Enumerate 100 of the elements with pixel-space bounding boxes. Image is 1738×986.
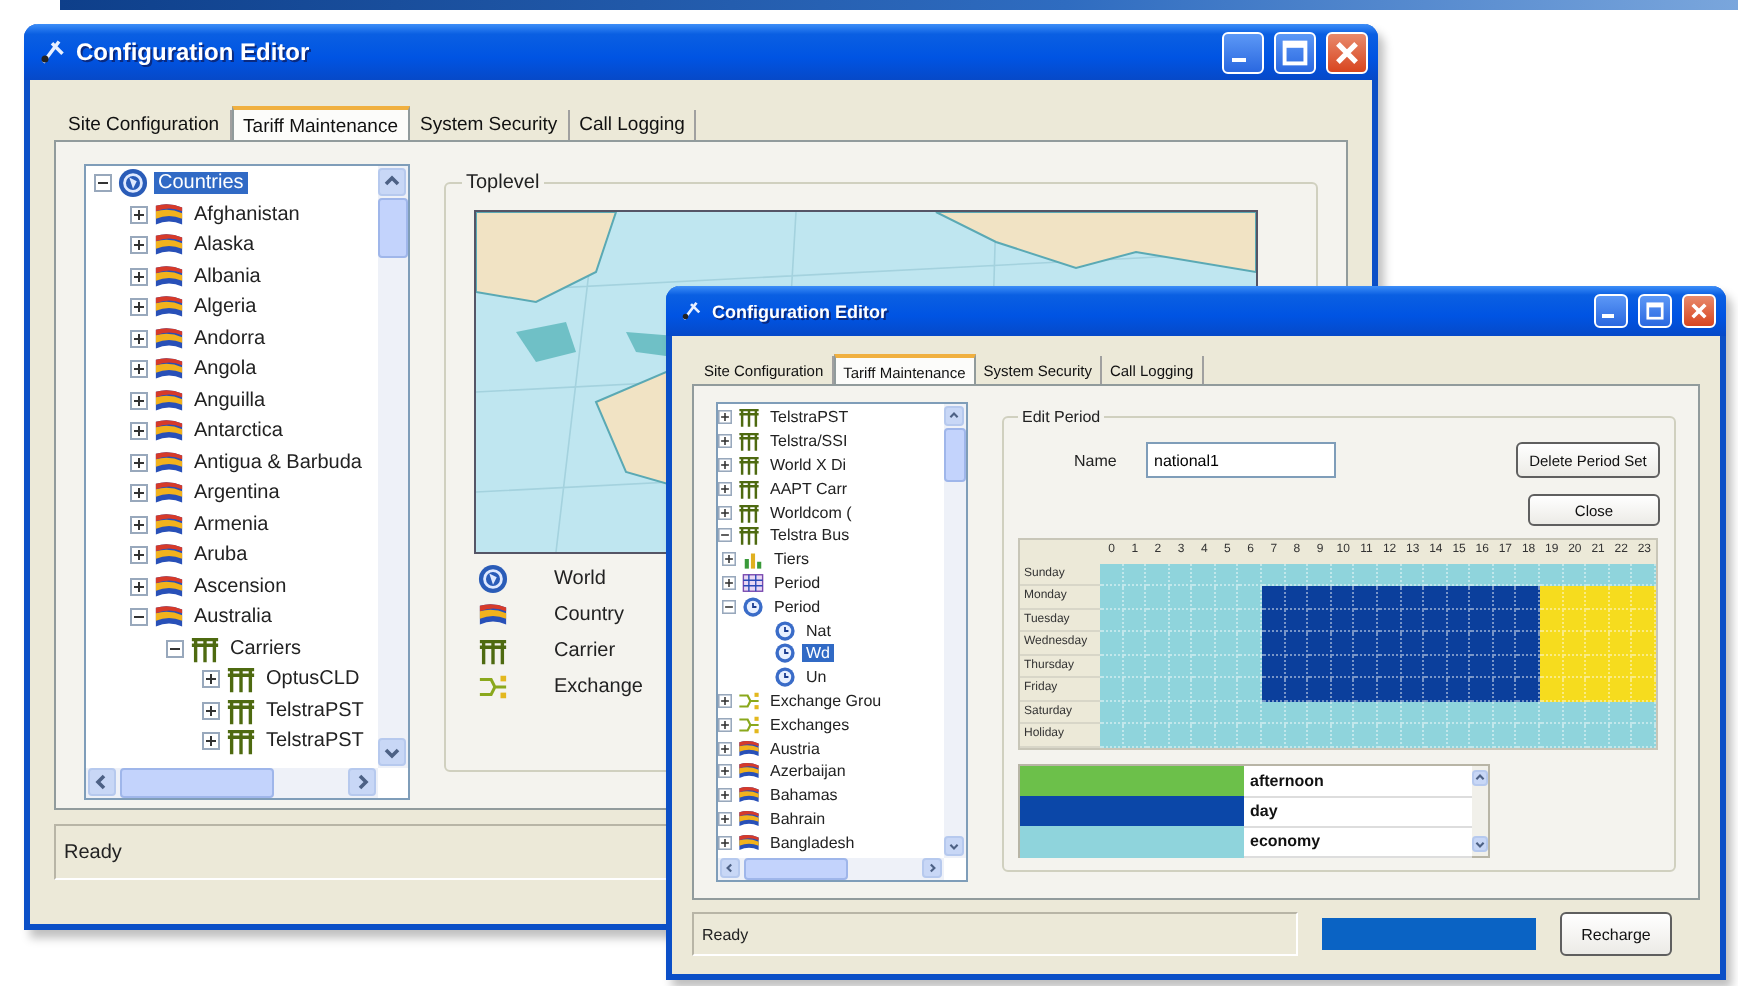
grid-cell[interactable] <box>1424 655 1448 678</box>
grid-cell[interactable] <box>1123 724 1147 747</box>
tree-item[interactable]: Argentina <box>190 482 284 505</box>
grid-cell[interactable] <box>1540 609 1564 632</box>
tree-item[interactable]: Algeria <box>190 296 261 319</box>
grid-cell[interactable] <box>1586 655 1610 678</box>
tree-item[interactable]: Bahrain <box>766 809 830 828</box>
tree-item[interactable]: Albania <box>190 265 265 288</box>
scroll-thumb[interactable] <box>120 768 274 798</box>
grid-cell[interactable] <box>1308 563 1332 586</box>
expand-icon[interactable] <box>130 546 148 565</box>
expand-icon[interactable] <box>130 236 148 255</box>
grid-cell[interactable] <box>1238 655 1263 678</box>
grid-cell[interactable] <box>1424 678 1448 701</box>
grid-cell[interactable] <box>1447 563 1471 586</box>
grid-cell[interactable] <box>1377 678 1402 701</box>
grid-cell[interactable] <box>1146 632 1170 655</box>
grid-cell[interactable] <box>1146 701 1170 724</box>
scroll-down-button[interactable] <box>1472 835 1488 851</box>
grid-cell[interactable] <box>1285 632 1309 655</box>
scroll-thumb[interactable] <box>944 428 966 482</box>
grid-cell[interactable] <box>1516 586 1541 609</box>
tree-view[interactable]: Countries Afghanistan Alaska Albania Algeria Andorra Angola Anguilla Antarctica Antigua & Barbuda Argentina Armenia Aruba Ascension Australia Carriers OptusCLD TelstraPST TelstraPST <box>84 164 410 800</box>
grid-cell[interactable] <box>1516 655 1541 678</box>
grid-cell[interactable] <box>1401 586 1425 609</box>
grid-cell[interactable] <box>1285 678 1309 701</box>
expand-icon[interactable] <box>130 484 148 503</box>
grid-cell[interactable] <box>1632 632 1656 655</box>
grid-cell[interactable] <box>1493 678 1517 701</box>
grid-cell[interactable] <box>1470 632 1494 655</box>
collapse-icon[interactable] <box>722 599 736 614</box>
grid-cell[interactable] <box>1424 701 1448 724</box>
grid-cell[interactable] <box>1354 724 1378 747</box>
expand-icon[interactable] <box>130 360 148 379</box>
grid-cell[interactable] <box>1586 632 1610 655</box>
tree-item[interactable]: Bangladesh <box>766 833 859 852</box>
grid-cell[interactable] <box>1493 563 1517 586</box>
grid-cell[interactable] <box>1540 701 1564 724</box>
tree-item[interactable]: Un <box>802 668 831 687</box>
grid-cell[interactable] <box>1192 655 1216 678</box>
grid-cell[interactable] <box>1100 678 1124 701</box>
tree-item[interactable]: Anguilla <box>190 389 270 412</box>
tree-item[interactable]: TelstraPST <box>262 730 368 753</box>
grid-cell[interactable] <box>1308 655 1332 678</box>
tree-item[interactable]: Austria <box>766 739 824 758</box>
grid-cell[interactable] <box>1470 724 1494 747</box>
expand-icon[interactable] <box>202 732 220 751</box>
vertical-scrollbar[interactable] <box>378 166 408 768</box>
expand-icon[interactable] <box>130 515 148 534</box>
scroll-up-button[interactable] <box>944 406 964 426</box>
tree-item[interactable]: Afghanistan <box>190 203 304 226</box>
grid-cell[interactable] <box>1100 563 1124 586</box>
expand-icon[interactable] <box>722 575 736 590</box>
tree-item[interactable]: Armenia <box>190 513 273 536</box>
expand-icon[interactable] <box>718 410 732 425</box>
grid-cell[interactable] <box>1192 609 1216 632</box>
grid-cell[interactable] <box>1470 655 1494 678</box>
grid-cell[interactable] <box>1563 724 1587 747</box>
name-field[interactable]: national1 <box>1146 442 1336 478</box>
grid-cell[interactable] <box>1401 563 1425 586</box>
grid-cell[interactable] <box>1169 563 1193 586</box>
grid-cell[interactable] <box>1100 701 1124 724</box>
expand-icon[interactable] <box>722 552 736 567</box>
grid-cell[interactable] <box>1586 701 1610 724</box>
grid-cell[interactable] <box>1100 609 1124 632</box>
grid-cell[interactable] <box>1285 724 1309 747</box>
grid-cell[interactable] <box>1377 632 1402 655</box>
grid-cell[interactable] <box>1146 724 1170 747</box>
grid-cell[interactable] <box>1540 632 1564 655</box>
scroll-down-button[interactable] <box>944 836 964 856</box>
grid-cell[interactable] <box>1609 632 1633 655</box>
grid-cell[interactable] <box>1331 632 1355 655</box>
tree-item[interactable]: TelstraPST <box>262 699 368 722</box>
grid-cell[interactable] <box>1377 563 1402 586</box>
grid-cell[interactable] <box>1215 724 1239 747</box>
grid-cell[interactable] <box>1377 724 1402 747</box>
grid-cell[interactable] <box>1563 563 1587 586</box>
expand-icon[interactable] <box>130 422 148 441</box>
expand-icon[interactable] <box>718 481 732 496</box>
tree-item[interactable]: Bahamas <box>766 786 842 805</box>
grid-cell[interactable] <box>1262 563 1286 586</box>
maximize-button[interactable] <box>1638 294 1672 328</box>
expand-icon[interactable] <box>718 835 732 850</box>
grid-cell[interactable] <box>1100 655 1124 678</box>
grid-cell[interactable] <box>1424 609 1448 632</box>
grid-cell[interactable] <box>1146 678 1170 701</box>
tree-item[interactable]: OptusCLD <box>262 668 364 691</box>
grid-cell[interactable] <box>1424 632 1448 655</box>
grid-cell[interactable] <box>1424 563 1448 586</box>
tree-item[interactable]: Carriers <box>226 637 306 660</box>
grid-cell[interactable] <box>1169 678 1193 701</box>
tree-item[interactable]: AAPT Carr <box>766 479 852 498</box>
grid-cell[interactable] <box>1238 586 1263 609</box>
tree-item[interactable]: Australia <box>190 606 276 629</box>
grid-cell[interactable] <box>1354 678 1378 701</box>
expand-icon[interactable] <box>718 457 732 472</box>
grid-cell[interactable] <box>1493 632 1517 655</box>
grid-cell[interactable] <box>1563 632 1587 655</box>
grid-cell[interactable] <box>1262 632 1286 655</box>
grid-cell[interactable] <box>1192 563 1216 586</box>
